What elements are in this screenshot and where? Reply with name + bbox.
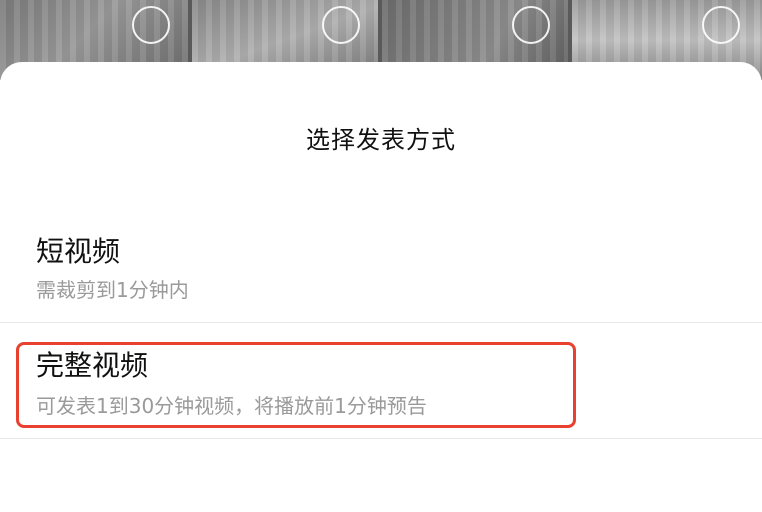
select-circle-icon[interactable] [512,6,550,44]
divider [0,438,762,439]
divider [0,322,762,323]
option-description: 需裁剪到1分钟内 [36,278,189,302]
select-circle-icon[interactable] [322,6,360,44]
sheet-title: 选择发表方式 [306,126,456,154]
publish-mode-sheet: 选择发表方式 短视频 需裁剪到1分钟内 完整视频 可发表1到30分钟视频，将播放… [0,62,762,512]
select-circle-icon[interactable] [702,6,740,44]
option-short-video[interactable]: 短视频 需裁剪到1分钟内 [0,222,762,322]
select-circle-icon[interactable] [132,6,170,44]
highlight-annotation-box [16,342,576,428]
option-label: 短视频 [36,235,121,268]
